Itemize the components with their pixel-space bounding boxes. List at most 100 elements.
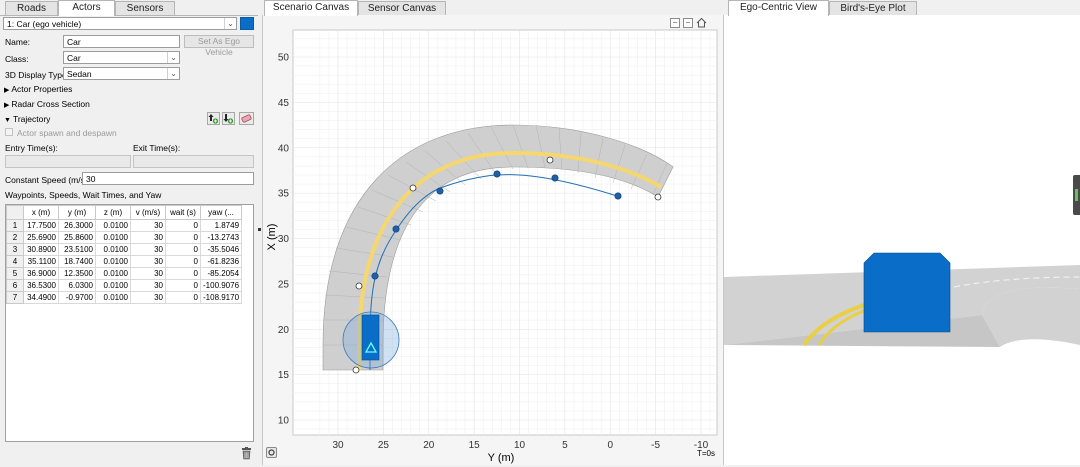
waypoint-marker[interactable] bbox=[436, 187, 444, 195]
table-cell[interactable]: 12.3500 bbox=[58, 267, 96, 280]
splitter-handle[interactable] bbox=[258, 228, 261, 231]
entry-time-field[interactable] bbox=[5, 155, 131, 168]
table-cell[interactable]: 30 bbox=[130, 255, 166, 268]
table-cell[interactable]: -61.8236 bbox=[199, 255, 243, 268]
ego-centric-view[interactable] bbox=[724, 15, 1080, 465]
road-end-point[interactable] bbox=[654, 193, 662, 201]
table-cell[interactable]: -35.5046 bbox=[199, 243, 243, 256]
table-cell[interactable]: 0 bbox=[165, 267, 201, 280]
column-header-v[interactable]: v (m/s) bbox=[130, 205, 166, 220]
table-cell[interactable]: 0 bbox=[165, 279, 201, 292]
waypoint-marker[interactable] bbox=[392, 225, 400, 233]
table-cell[interactable]: 0 bbox=[165, 255, 201, 268]
table-cell[interactable]: 0.0100 bbox=[95, 231, 131, 244]
table-cell[interactable]: 0 bbox=[165, 291, 201, 304]
column-header-wait[interactable]: wait (s) bbox=[165, 205, 201, 220]
table-cell[interactable]: 30 bbox=[130, 291, 166, 304]
table-cell[interactable]: 30 bbox=[130, 231, 166, 244]
constant-speed-field[interactable]: 30 bbox=[82, 172, 254, 185]
table-cell[interactable]: 26.3000 bbox=[58, 219, 96, 232]
table-cell[interactable]: 34.4900 bbox=[23, 291, 59, 304]
actor-properties-section[interactable]: ▶ Actor Properties bbox=[4, 84, 72, 94]
spawn-checkbox[interactable] bbox=[5, 128, 13, 136]
column-header-yaw[interactable]: yaw (... bbox=[199, 205, 243, 220]
waypoint-marker[interactable] bbox=[493, 170, 501, 178]
table-cell[interactable]: 36.9000 bbox=[23, 267, 59, 280]
add-waypoint-button[interactable] bbox=[207, 112, 220, 125]
zoom-in-icon[interactable]: − bbox=[683, 18, 693, 28]
tab-roads[interactable]: Roads bbox=[5, 1, 58, 15]
table-row[interactable]: 3 30.8900 23.5100 0.0100 30 0 -35.5046 bbox=[6, 243, 243, 256]
table-row[interactable]: 6 36.5300 6.0300 0.0100 30 0 -100.9076 bbox=[6, 279, 243, 292]
table-cell[interactable]: 18.7400 bbox=[58, 255, 96, 268]
table-cell[interactable]: 25.6900 bbox=[23, 231, 59, 244]
actor-select[interactable]: 1: Car (ego vehicle) ⌄ bbox=[3, 17, 237, 30]
table-cell[interactable]: 0.0100 bbox=[95, 219, 131, 232]
waypoint-marker[interactable] bbox=[371, 272, 379, 280]
remove-waypoint-button[interactable] bbox=[222, 112, 235, 125]
tab-birds-eye-plot[interactable]: Bird's-Eye Plot bbox=[829, 1, 917, 15]
table-cell[interactable]: 30 bbox=[130, 243, 166, 256]
tab-actors[interactable]: Actors bbox=[58, 0, 115, 16]
table-cell[interactable]: 30 bbox=[130, 267, 166, 280]
delete-button[interactable] bbox=[240, 447, 253, 460]
waypoint-table[interactable]: x (m) y (m) z (m) v (m/s) wait (s) yaw (… bbox=[5, 204, 254, 442]
home-icon[interactable] bbox=[696, 17, 707, 28]
table-cell[interactable]: 30.8900 bbox=[23, 243, 59, 256]
table-cell[interactable]: 0 bbox=[165, 231, 201, 244]
table-row[interactable]: 7 34.4900 -0.9700 0.0100 30 0 -108.9170 bbox=[6, 291, 243, 304]
table-cell[interactable]: -108.9170 bbox=[199, 291, 243, 304]
class-select[interactable]: Car ⌄ bbox=[63, 51, 180, 64]
road-center-point[interactable] bbox=[409, 184, 417, 192]
column-header-z[interactable]: z (m) bbox=[95, 205, 131, 220]
table-cell[interactable]: 1.8749 bbox=[199, 219, 243, 232]
table-cell[interactable]: -0.9700 bbox=[58, 291, 96, 304]
table-cell[interactable]: 36.5300 bbox=[23, 279, 59, 292]
table-cell[interactable]: 0 bbox=[165, 243, 201, 256]
table-cell[interactable]: 17.7500 bbox=[23, 219, 59, 232]
road-center-point[interactable] bbox=[355, 282, 363, 290]
column-header-y[interactable]: y (m) bbox=[58, 205, 96, 220]
display-type-select[interactable]: Sedan ⌄ bbox=[63, 67, 180, 80]
tab-scenario-canvas[interactable]: Scenario Canvas bbox=[264, 0, 358, 16]
table-cell[interactable]: -85.2054 bbox=[199, 267, 243, 280]
table-cell[interactable]: 6.0300 bbox=[58, 279, 96, 292]
table-cell[interactable]: 0.0100 bbox=[95, 267, 131, 280]
table-cell[interactable]: 35.1100 bbox=[23, 255, 59, 268]
settings-icon[interactable] bbox=[266, 447, 277, 458]
tab-sensors[interactable]: Sensors bbox=[115, 1, 175, 15]
trajectory-section[interactable]: ▼ Trajectory bbox=[4, 114, 50, 124]
table-row[interactable]: 4 35.1100 18.7400 0.0100 30 0 -61.8236 bbox=[6, 255, 243, 268]
table-row[interactable]: 1 17.7500 26.3000 0.0100 30 0 1.8749 bbox=[6, 219, 243, 232]
road-start-point[interactable] bbox=[352, 366, 360, 374]
name-field[interactable]: Car bbox=[63, 35, 180, 48]
exit-time-field[interactable] bbox=[133, 155, 254, 168]
table-cell[interactable]: 0.0100 bbox=[95, 243, 131, 256]
actor-color-swatch[interactable] bbox=[240, 17, 254, 30]
zoom-out-icon[interactable]: − bbox=[670, 18, 680, 28]
ego-vehicle[interactable] bbox=[361, 314, 380, 361]
table-cell[interactable]: -100.9076 bbox=[199, 279, 243, 292]
side-panel-handle[interactable] bbox=[1073, 175, 1080, 215]
waypoint-marker[interactable] bbox=[614, 192, 622, 200]
table-cell[interactable]: 23.5100 bbox=[58, 243, 96, 256]
table-cell[interactable]: 0.0100 bbox=[95, 255, 131, 268]
table-cell[interactable]: 30 bbox=[130, 219, 166, 232]
road-center-point[interactable] bbox=[546, 156, 554, 164]
clear-waypoints-button[interactable] bbox=[239, 112, 254, 125]
radar-cross-section-section[interactable]: ▶ Radar Cross Section bbox=[4, 99, 90, 109]
set-ego-vehicle-button[interactable]: Set As Ego Vehicle bbox=[184, 35, 254, 57]
scenario-canvas[interactable]: 30 25 20 15 10 5 0 -5 -10 50 45 40 35 30 25 20 15 10 Y (… bbox=[262, 15, 724, 465]
tab-sensor-canvas[interactable]: Sensor Canvas bbox=[358, 1, 446, 15]
waypoint-marker[interactable] bbox=[551, 174, 559, 182]
table-row[interactable]: 2 25.6900 25.8600 0.0100 30 0 -13.2743 bbox=[6, 231, 243, 244]
tab-ego-centric-view[interactable]: Ego-Centric View bbox=[728, 0, 829, 16]
column-header-x[interactable]: x (m) bbox=[23, 205, 59, 220]
table-cell[interactable]: 0 bbox=[165, 219, 201, 232]
table-cell[interactable]: -13.2743 bbox=[199, 231, 243, 244]
table-cell[interactable]: 0.0100 bbox=[95, 291, 131, 304]
table-cell[interactable]: 0.0100 bbox=[95, 279, 131, 292]
table-cell[interactable]: 25.8600 bbox=[58, 231, 96, 244]
table-row[interactable]: 5 36.9000 12.3500 0.0100 30 0 -85.2054 bbox=[6, 267, 243, 280]
table-cell[interactable]: 30 bbox=[130, 279, 166, 292]
